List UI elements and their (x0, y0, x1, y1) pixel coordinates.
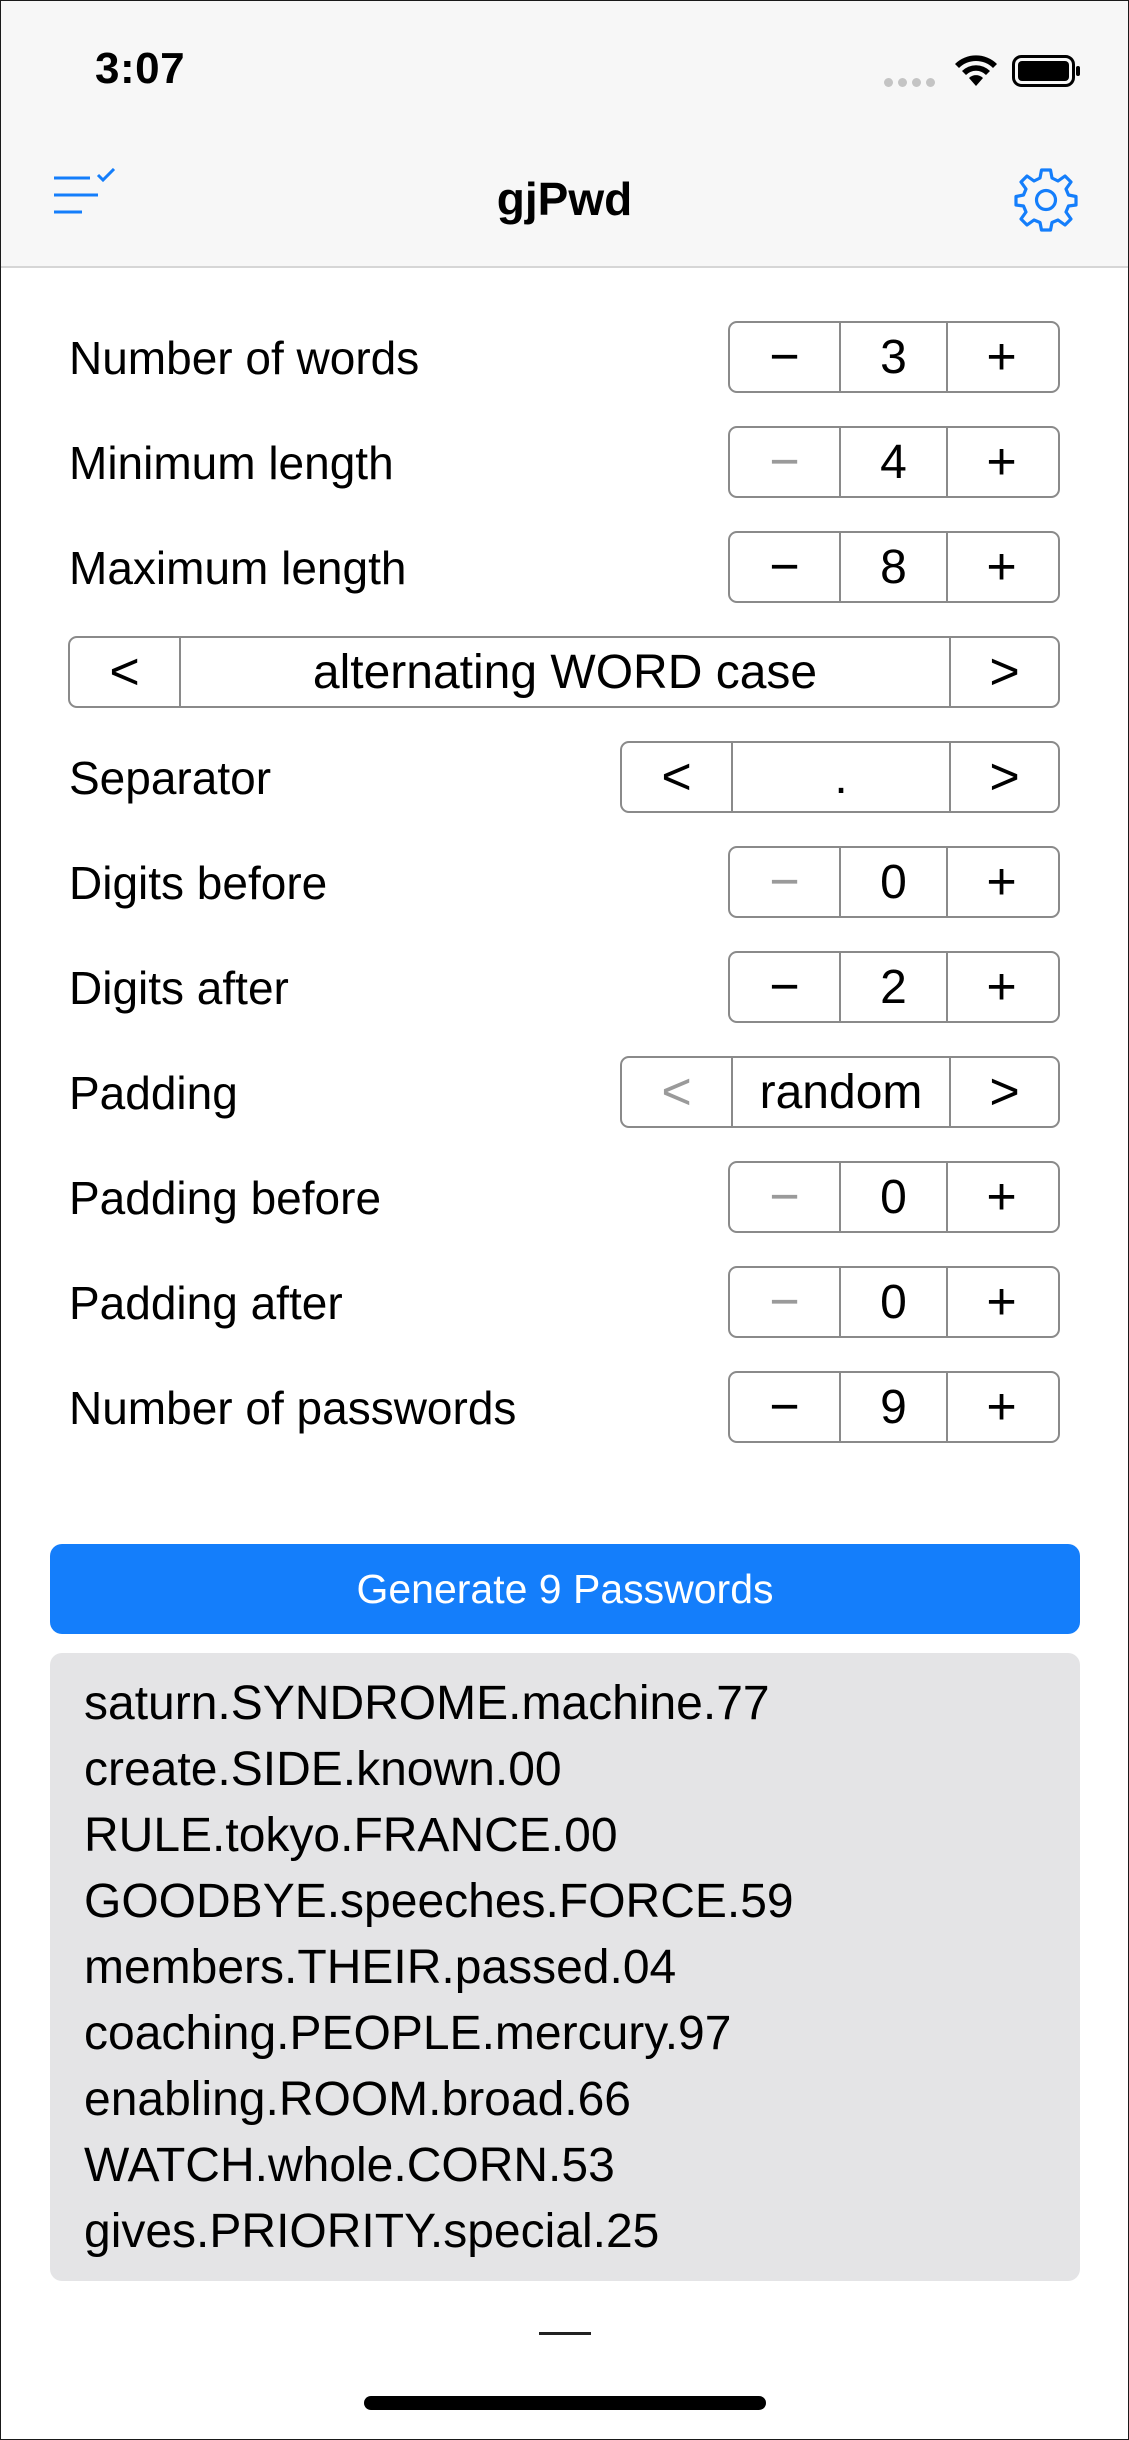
digits-after-stepper: − 2 + (728, 951, 1060, 1023)
padding-before-stepper: − 0 + (728, 1161, 1060, 1233)
password-item[interactable]: GOODBYE.speeches.FORCE.59 (84, 1869, 1080, 1935)
padding-picker: < random > (620, 1056, 1060, 1128)
increment-button[interactable]: + (946, 428, 1055, 496)
increment-button[interactable]: + (946, 953, 1055, 1021)
number-of-passwords-stepper: − 9 + (728, 1371, 1060, 1443)
next-button[interactable]: > (949, 743, 1058, 811)
stepper-value: 0 (839, 1163, 946, 1231)
decrement-button[interactable]: − (730, 323, 839, 391)
increment-button[interactable]: + (946, 1268, 1055, 1336)
minimum-length-label: Minimum length (69, 437, 394, 489)
password-item[interactable]: create.SIDE.known.00 (84, 1737, 1080, 1803)
password-item[interactable]: enabling.ROOM.broad.66 (84, 2067, 1080, 2133)
maximum-length-row: Maximum length − 8 + (0, 531, 1129, 605)
previous-button[interactable]: < (622, 1058, 731, 1126)
maximum-length-label: Maximum length (69, 542, 407, 594)
increment-button[interactable]: + (946, 848, 1055, 916)
increment-button[interactable]: + (946, 1373, 1055, 1441)
separator-label: Separator (69, 752, 272, 804)
next-button[interactable]: > (949, 638, 1058, 706)
stepper-value: 0 (839, 1268, 946, 1336)
stepper-value: 9 (839, 1373, 946, 1441)
stepper-value: 0 (839, 848, 946, 916)
battery-icon (1012, 55, 1080, 87)
padding-row: Padding < random > (0, 1056, 1129, 1130)
increment-button[interactable]: + (946, 533, 1055, 601)
padding-after-row: Padding after − 0 + (0, 1266, 1129, 1340)
stepper-value: 3 (839, 323, 946, 391)
padding-label: Padding (69, 1067, 238, 1119)
digits-before-stepper: − 0 + (728, 846, 1060, 918)
previous-button[interactable]: < (70, 638, 179, 706)
decrement-button[interactable]: − (730, 428, 839, 496)
next-button[interactable]: > (949, 1058, 1058, 1126)
password-item[interactable]: members.THEIR.passed.04 (84, 1935, 1080, 2001)
minimum-length-stepper: − 4 + (728, 426, 1060, 498)
increment-button[interactable]: + (946, 1163, 1055, 1231)
case-style-picker: < alternating WORD case > (68, 636, 1060, 708)
padding-before-row: Padding before − 0 + (0, 1161, 1129, 1235)
padding-after-stepper: − 0 + (728, 1266, 1060, 1338)
status-time: 3:07 (95, 44, 186, 93)
digits-before-row: Digits before − 0 + (0, 846, 1129, 920)
previous-button[interactable]: < (622, 743, 731, 811)
digits-after-row: Digits after − 2 + (0, 951, 1129, 1025)
password-results-list[interactable]: saturn.SYNDROME.machine.77 create.SIDE.k… (50, 1653, 1080, 2281)
page-title: gjPwd (496, 173, 633, 225)
digits-after-label: Digits after (69, 962, 289, 1014)
separator-row: Separator < . > (0, 741, 1129, 815)
picker-value: random (731, 1058, 949, 1126)
decrement-button[interactable]: − (730, 1373, 839, 1441)
password-item[interactable]: gives.PRIORITY.special.25 (84, 2199, 1080, 2265)
maximum-length-stepper: − 8 + (728, 531, 1060, 603)
password-item[interactable]: saturn.SYNDROME.machine.77 (84, 1671, 1080, 1737)
case-style-row: < alternating WORD case > (0, 636, 1129, 710)
wifi-icon (955, 55, 997, 86)
password-item[interactable]: coaching.PEOPLE.mercury.97 (84, 2001, 1080, 2067)
minimum-length-row: Minimum length − 4 + (0, 426, 1129, 500)
decrement-button[interactable]: − (730, 848, 839, 916)
separator-dash (539, 2332, 591, 2335)
padding-before-label: Padding before (69, 1172, 382, 1224)
cellular-signal-icon (884, 78, 935, 87)
number-of-passwords-row: Number of passwords − 9 + (0, 1371, 1129, 1445)
password-item[interactable]: RULE.tokyo.FRANCE.00 (84, 1803, 1080, 1869)
number-of-words-label: Number of words (69, 332, 420, 384)
gear-icon[interactable] (1012, 166, 1080, 234)
decrement-button[interactable]: − (730, 953, 839, 1021)
generate-passwords-button[interactable]: Generate 9 Passwords (50, 1544, 1080, 1634)
digits-before-label: Digits before (69, 857, 328, 909)
number-of-passwords-label: Number of passwords (69, 1382, 517, 1434)
password-item[interactable]: WATCH.whole.CORN.53 (84, 2133, 1080, 2199)
padding-after-label: Padding after (69, 1277, 343, 1329)
separator-picker: < . > (620, 741, 1060, 813)
number-of-words-row: Number of words − 3 + (0, 321, 1129, 395)
increment-button[interactable]: + (946, 323, 1055, 391)
decrement-button[interactable]: − (730, 1163, 839, 1231)
number-of-words-stepper: − 3 + (728, 321, 1060, 393)
decrement-button[interactable]: − (730, 1268, 839, 1336)
stepper-value: 4 (839, 428, 946, 496)
navigation-bar (1, 1, 1128, 268)
home-indicator[interactable] (364, 2396, 766, 2410)
decrement-button[interactable]: − (730, 533, 839, 601)
stepper-value: 8 (839, 533, 946, 601)
picker-value: alternating WORD case (179, 638, 949, 706)
picker-value: . (731, 743, 949, 811)
stepper-value: 2 (839, 953, 946, 1021)
